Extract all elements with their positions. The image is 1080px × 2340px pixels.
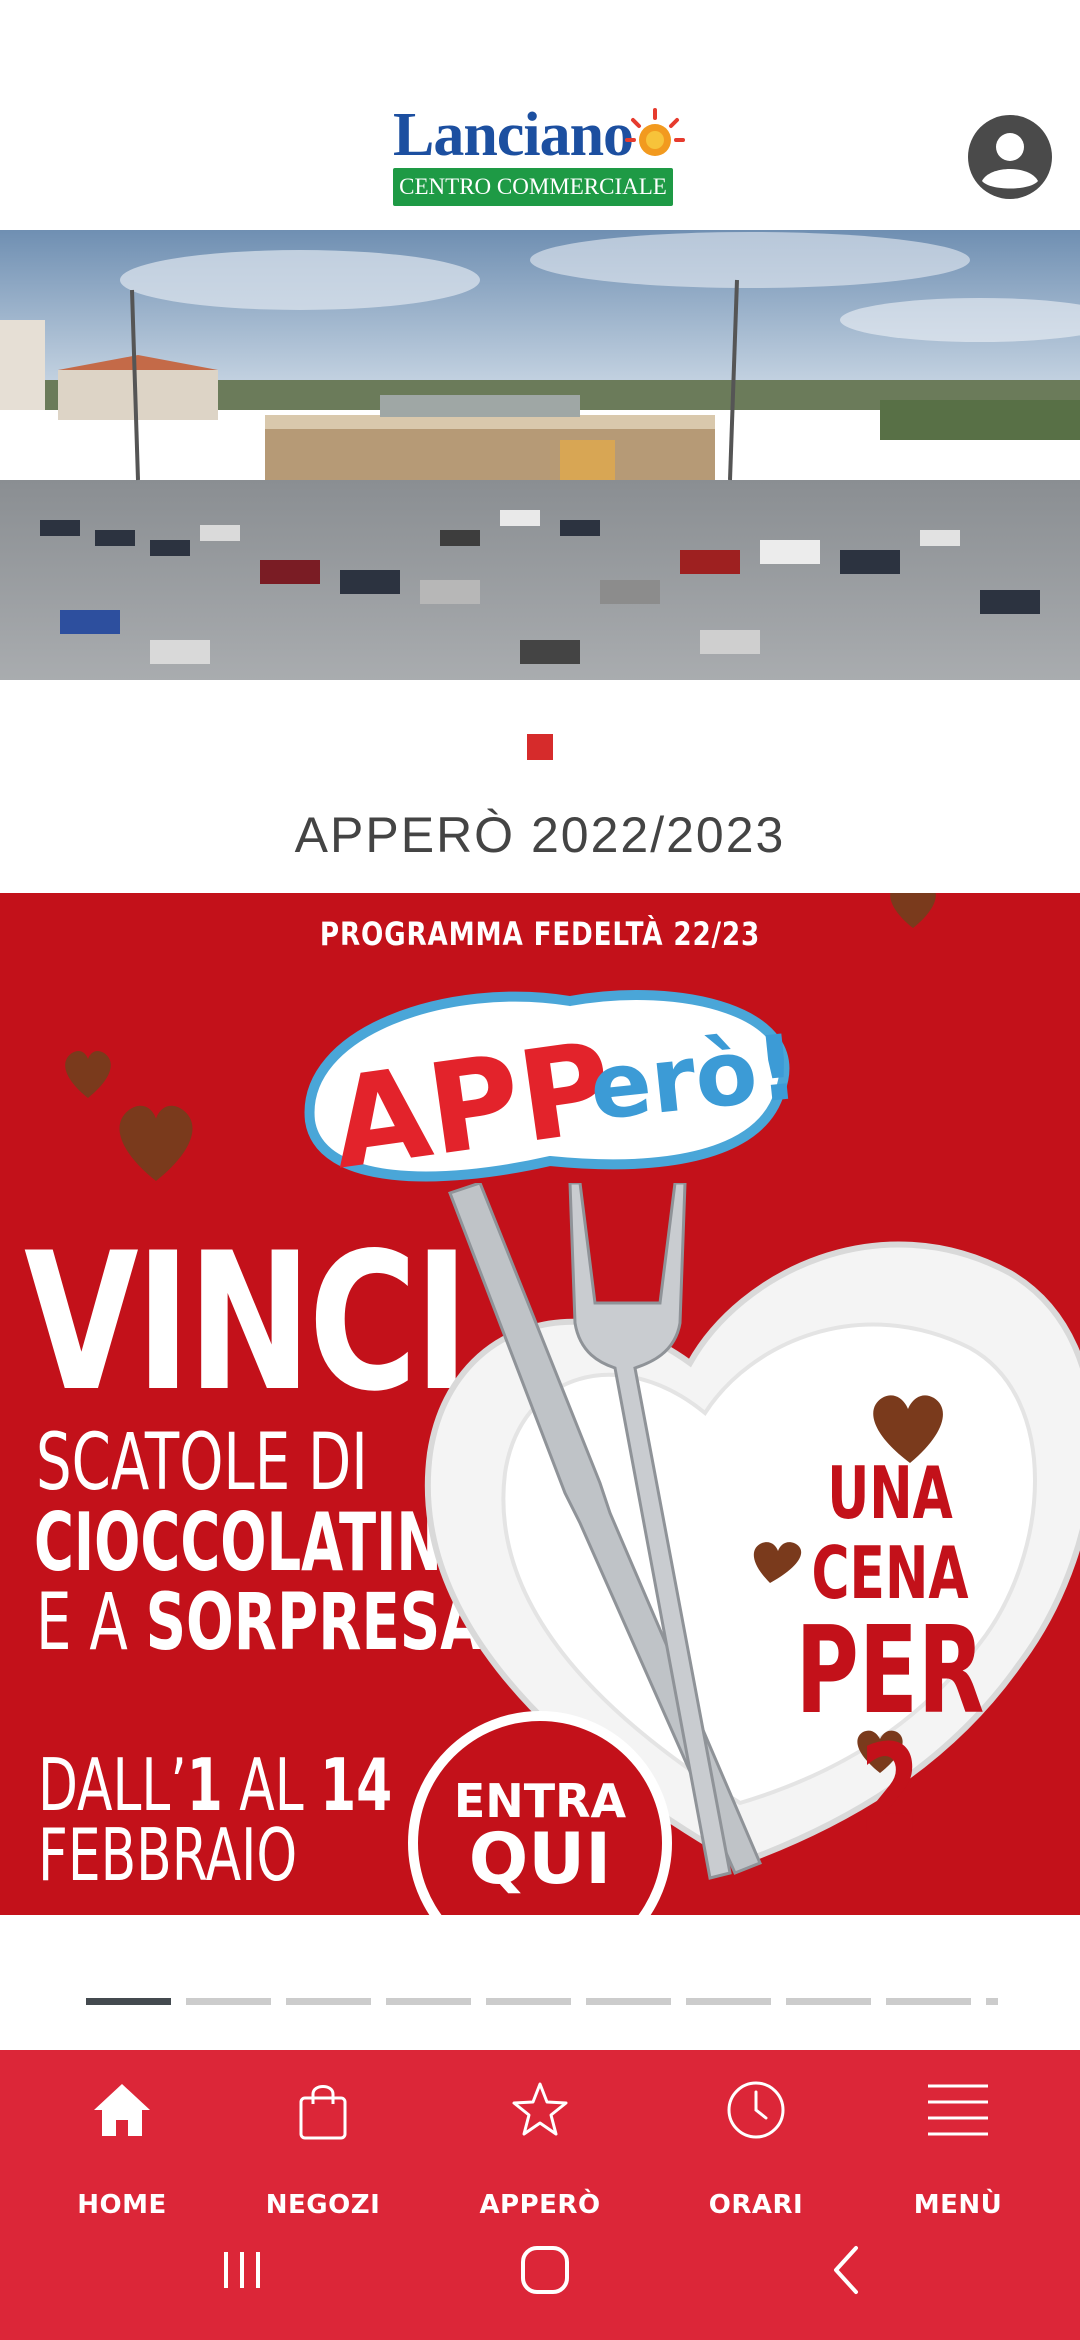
logo-band: CENTRO COMMERCIALE	[393, 168, 673, 206]
pager-segment[interactable]	[686, 1998, 771, 2005]
pager-segment[interactable]	[86, 1998, 171, 2005]
pager-segment[interactable]	[286, 1998, 371, 2005]
line-e-a-light: E A	[36, 1578, 128, 1668]
nav-label-negozi: NEGOZI	[265, 2190, 381, 2220]
hero-image[interactable]	[0, 230, 1080, 680]
back-icon[interactable]	[818, 2240, 878, 2300]
chocolate-heart-icon	[119, 1105, 193, 1181]
logo-word: Lanciano	[393, 101, 634, 169]
nav-label-home: HOME	[77, 2190, 167, 2220]
logo-text-ero: erò!	[585, 1015, 800, 1141]
prize-line-1: UNA CENA	[811, 1451, 969, 1615]
recent-apps-icon[interactable]	[212, 2240, 272, 2300]
pager-segment[interactable]	[386, 1998, 471, 2005]
date-range: DALL’1 AL 14	[38, 1748, 392, 1822]
menu-icon	[928, 2084, 988, 2136]
promo-banner[interactable]: PROGRAMMA FEDELTÀ 22/23 APP erò! VINCI S…	[0, 893, 1080, 1915]
chocolate-heart-icon	[890, 893, 936, 928]
pager-segment[interactable]	[886, 1998, 971, 2005]
nav-home[interactable]: HOME	[22, 2080, 222, 2250]
prize-line-2: PER 2	[795, 1602, 985, 1859]
nav-appero[interactable]: APPERÒ	[440, 2080, 640, 2250]
home-icon	[94, 2084, 150, 2136]
app-header: Lanciano CENTRO COMMERCIALE	[0, 0, 1080, 230]
line-cioccolatini: CIOCCOLATINI	[34, 1496, 463, 1589]
pager-segment[interactable]	[486, 1998, 571, 2005]
nav-label-appero: APPERÒ	[479, 2190, 601, 2220]
carousel-dot-active[interactable]	[527, 734, 553, 760]
shopping-bag-icon	[299, 2085, 347, 2140]
line-scatole: SCATOLE DI	[36, 1418, 368, 1508]
pager-segment[interactable]	[186, 1998, 271, 2005]
home-button-icon[interactable]	[515, 2240, 575, 2300]
pager-segment[interactable]	[586, 1998, 671, 2005]
logo-wordmark: Lanciano	[393, 104, 663, 166]
nav-label-orari: ORARI	[708, 2190, 804, 2220]
vinci-headline: VINCI	[24, 1212, 469, 1433]
nav-negozi[interactable]: NEGOZI	[223, 2080, 423, 2250]
banner-pager	[86, 1998, 1006, 2006]
program-label: PROGRAMMA FEDELTÀ 22/23	[319, 915, 761, 953]
nav-orari[interactable]: ORARI	[656, 2080, 856, 2250]
nav-label-menu: MENÙ	[913, 2190, 1003, 2220]
star-icon	[512, 2082, 568, 2136]
hero-illustration	[0, 230, 1080, 680]
section-title: APPERÒ 2022/2023	[294, 807, 786, 863]
account-circle-icon[interactable]	[968, 115, 1052, 199]
appero-logo: APP erò!	[304, 990, 800, 1197]
cta-line-2: QUI	[468, 1818, 612, 1900]
sun-logo-icon	[625, 108, 685, 156]
date-end: 14	[320, 1743, 393, 1827]
clock-icon	[727, 2081, 785, 2139]
pager-segment[interactable]	[986, 1998, 998, 2005]
nav-menu[interactable]: MENÙ	[858, 2080, 1058, 2250]
lanciano-logo[interactable]: Lanciano CENTRO COMMERCIALE	[393, 104, 688, 208]
prize-text: UNA CENA PER 2	[740, 1451, 1040, 1859]
date-month: FEBBRAIO	[38, 1813, 298, 1897]
pager-segment[interactable]	[786, 1998, 871, 2005]
